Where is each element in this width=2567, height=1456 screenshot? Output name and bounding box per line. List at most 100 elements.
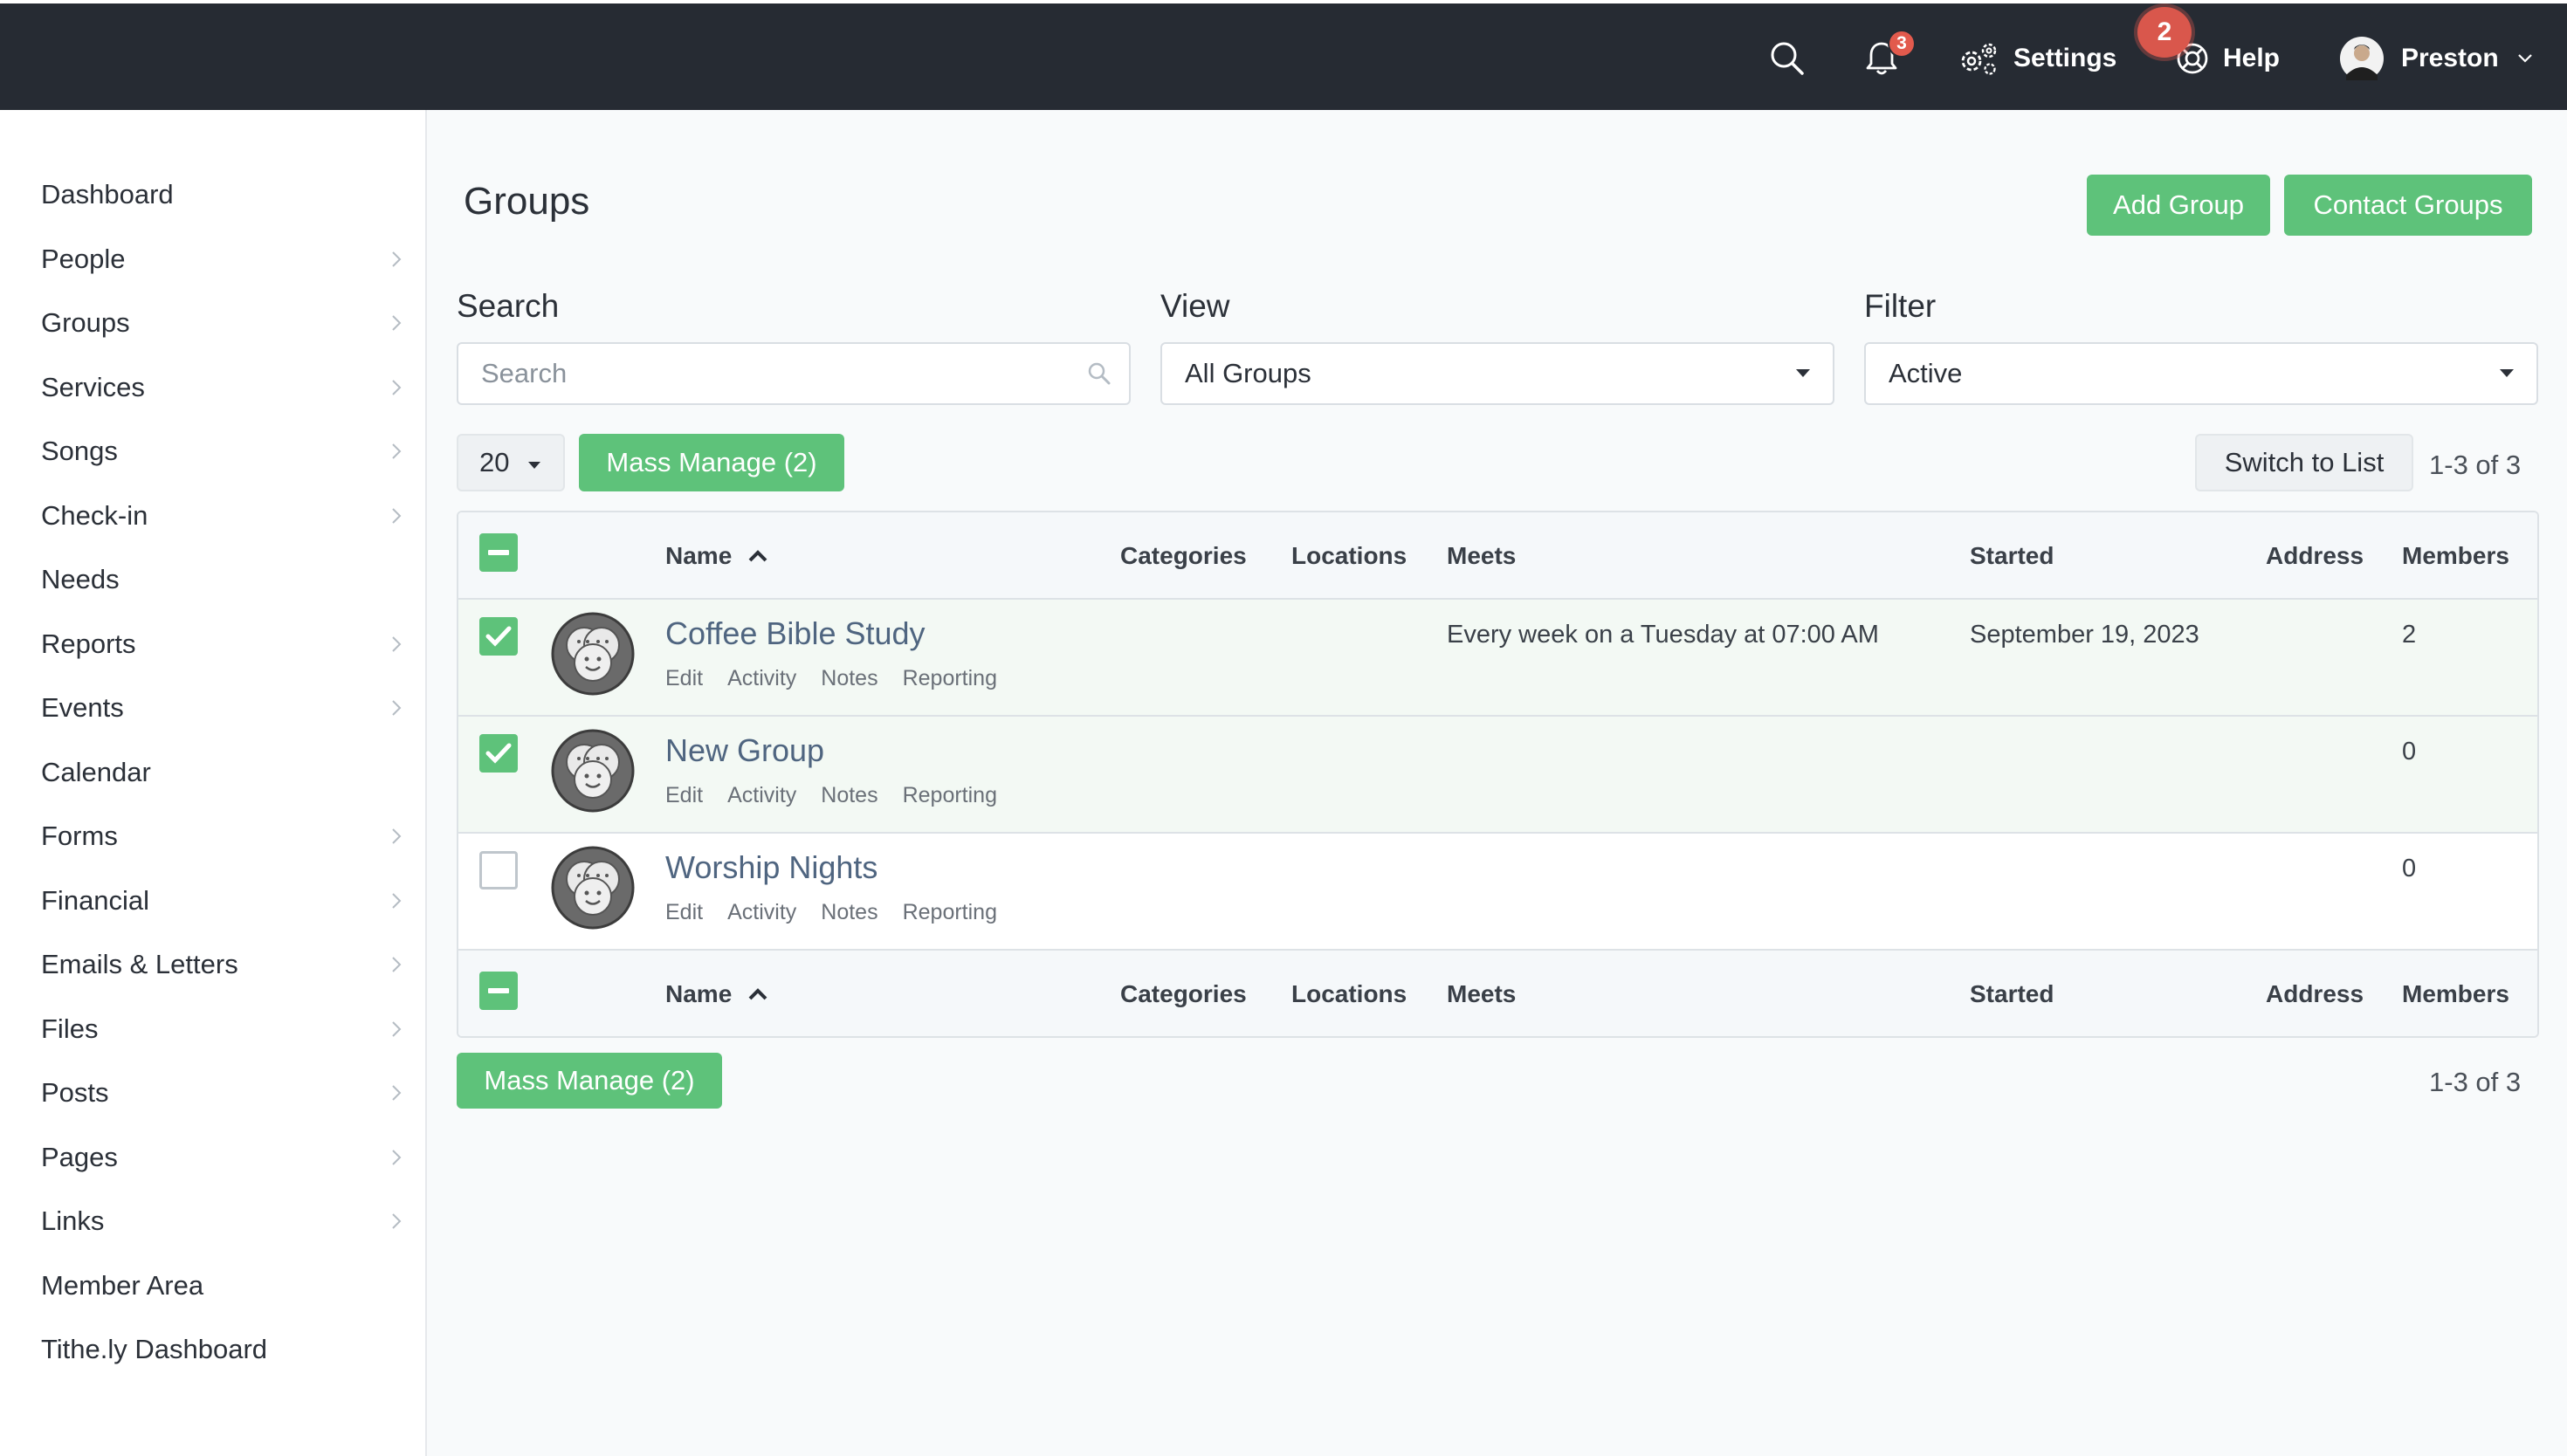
sidebar-item-events[interactable]: Events — [0, 676, 425, 740]
group-name-link[interactable]: Worship Nights — [665, 849, 877, 886]
row-action-activity-link[interactable]: Activity — [727, 783, 796, 808]
select-all-checkbox-bottom[interactable] — [479, 972, 518, 1010]
sidebar-item-label: Check-in — [41, 499, 148, 531]
add-group-button[interactable]: Add Group — [2087, 175, 2270, 236]
column-header-started-bottom[interactable]: Started — [1970, 951, 2054, 1036]
sidebar-item-links[interactable]: Links — [0, 1189, 425, 1253]
row-action-notes-link[interactable]: Notes — [821, 666, 877, 691]
notifications-button[interactable] — [1865, 7, 1898, 110]
notification-count-badge: 3 — [1888, 30, 1916, 58]
sidebar-item-label: Needs — [41, 564, 120, 594]
select-all-checkbox[interactable] — [479, 533, 518, 572]
column-header-meets-bottom[interactable]: Meets — [1447, 951, 1516, 1036]
column-header-members-bottom[interactable]: Members — [2402, 951, 2509, 1036]
column-header-categories-bottom[interactable]: Categories — [1120, 951, 1247, 1036]
user-menu[interactable]: Preston — [2340, 7, 2534, 110]
cell-started: September 19, 2023 — [1970, 621, 2199, 649]
checkmark-icon — [485, 626, 512, 647]
user-name: Preston — [2401, 44, 2499, 72]
sidebar-item-forms[interactable]: Forms — [0, 804, 425, 869]
column-header-name[interactable]: Name — [665, 512, 768, 600]
row-action-notes-link[interactable]: Notes — [821, 783, 877, 808]
per-page-select[interactable]: 20 — [457, 434, 565, 491]
page-title: Groups — [464, 180, 590, 223]
mass-manage-button-bottom[interactable]: Mass Manage (2) — [457, 1053, 722, 1109]
filter-label: Filter — [1864, 288, 1937, 324]
sidebar-item-services[interactable]: Services — [0, 355, 425, 420]
column-header-categories[interactable]: Categories — [1120, 512, 1247, 600]
cell-members: 0 — [2402, 855, 2417, 883]
search-button[interactable] — [1769, 7, 1806, 110]
sidebar-item-emails-letters[interactable]: Emails & Letters — [0, 932, 425, 997]
column-header-locations[interactable]: Locations — [1291, 512, 1407, 600]
sidebar-item-dashboard[interactable]: Dashboard — [0, 162, 425, 227]
group-avatar-icon — [551, 729, 635, 813]
sidebar-item-calendar[interactable]: Calendar — [0, 740, 425, 805]
help-count-badge[interactable]: 2 — [2137, 7, 2192, 58]
help-link[interactable]: Help — [2176, 7, 2280, 110]
table-footer-header: Name Categories Locations Meets Started … — [458, 949, 2537, 1036]
sidebar-item-label: Tithe.ly Dashboard — [41, 1334, 268, 1364]
table-header: Name Categories Locations Meets Started … — [458, 512, 2537, 600]
sidebar-item-label: Member Area — [41, 1269, 204, 1301]
sidebar-item-posts[interactable]: Posts — [0, 1061, 425, 1125]
row-action-activity-link[interactable]: Activity — [727, 666, 796, 691]
sidebar-item-label: Dashboard — [41, 179, 174, 209]
sidebar-item-label: Reports — [41, 628, 136, 659]
sidebar-item-pages[interactable]: Pages — [0, 1125, 425, 1190]
switch-to-list-button[interactable]: Switch to List — [2195, 434, 2413, 491]
filter-select[interactable]: Active — [1864, 342, 2538, 405]
settings-label: Settings — [2013, 44, 2117, 72]
row-checkbox[interactable] — [479, 734, 518, 773]
search-input[interactable]: Search — [457, 342, 1131, 405]
chevron-right-icon — [392, 507, 402, 524]
row-action-reporting-link[interactable]: Reporting — [903, 900, 997, 925]
row-action-edit-link[interactable]: Edit — [665, 783, 703, 808]
groups-table: Name Categories Locations Meets Started … — [457, 511, 2539, 1038]
group-name-link[interactable]: New Group — [665, 732, 824, 769]
column-name-label: Name — [665, 542, 733, 569]
table-row: New Group Edit Activity Notes Reporting 0 — [458, 717, 2537, 834]
row-action-notes-link[interactable]: Notes — [821, 900, 877, 925]
column-header-name-bottom[interactable]: Name — [665, 951, 768, 1036]
sidebar-item-label: Financial — [41, 884, 150, 916]
row-action-activity-link[interactable]: Activity — [727, 900, 796, 925]
gear-icon — [1961, 43, 1997, 75]
sidebar-item-financial[interactable]: Financial — [0, 869, 425, 933]
row-action-edit-link[interactable]: Edit — [665, 666, 703, 691]
sidebar-item-reports[interactable]: Reports — [0, 612, 425, 676]
sidebar-item-needs[interactable]: Needs — [0, 547, 425, 612]
view-select[interactable]: All Groups — [1160, 342, 1834, 405]
sidebar-item-member-area[interactable]: Member Area — [0, 1253, 425, 1318]
settings-link[interactable]: Settings — [1956, 7, 2116, 110]
pagination-bottom: 1-3 of 3 — [2429, 1067, 2522, 1097]
row-action-edit-link[interactable]: Edit — [665, 900, 703, 925]
row-action-reporting-link[interactable]: Reporting — [903, 666, 997, 691]
column-header-address-bottom[interactable]: Address — [2266, 951, 2364, 1036]
row-checkbox[interactable] — [479, 851, 518, 889]
column-header-started[interactable]: Started — [1970, 512, 2054, 600]
chevron-right-icon — [392, 1020, 402, 1037]
group-name-link[interactable]: Coffee Bible Study — [665, 615, 926, 652]
pagination-top: 1-3 of 3 — [2429, 450, 2522, 480]
column-header-meets[interactable]: Meets — [1447, 512, 1516, 600]
column-header-address[interactable]: Address — [2266, 512, 2364, 600]
caret-down-icon — [2500, 369, 2514, 377]
column-header-members[interactable]: Members — [2402, 512, 2509, 600]
row-checkbox[interactable] — [479, 617, 518, 656]
sidebar-item-songs[interactable]: Songs — [0, 419, 425, 484]
sidebar-item-label: Calendar — [41, 756, 151, 787]
sidebar-item-tithe-ly-dashboard[interactable]: Tithe.ly Dashboard — [0, 1317, 425, 1382]
sidebar-item-label: Emails & Letters — [41, 949, 238, 979]
mass-manage-button-top[interactable]: Mass Manage (2) — [579, 434, 844, 491]
row-action-reporting-link[interactable]: Reporting — [903, 783, 997, 808]
search-label: Search — [457, 288, 560, 324]
sidebar-item-groups[interactable]: Groups — [0, 291, 425, 355]
sidebar-item-label: Songs — [41, 436, 118, 466]
sidebar-item-people[interactable]: People — [0, 227, 425, 292]
sidebar-item-files[interactable]: Files — [0, 997, 425, 1061]
contact-groups-button[interactable]: Contact Groups — [2284, 175, 2532, 236]
sidebar-item-check-in[interactable]: Check-in — [0, 484, 425, 548]
chevron-right-icon — [392, 443, 402, 459]
column-header-locations-bottom[interactable]: Locations — [1291, 951, 1407, 1036]
